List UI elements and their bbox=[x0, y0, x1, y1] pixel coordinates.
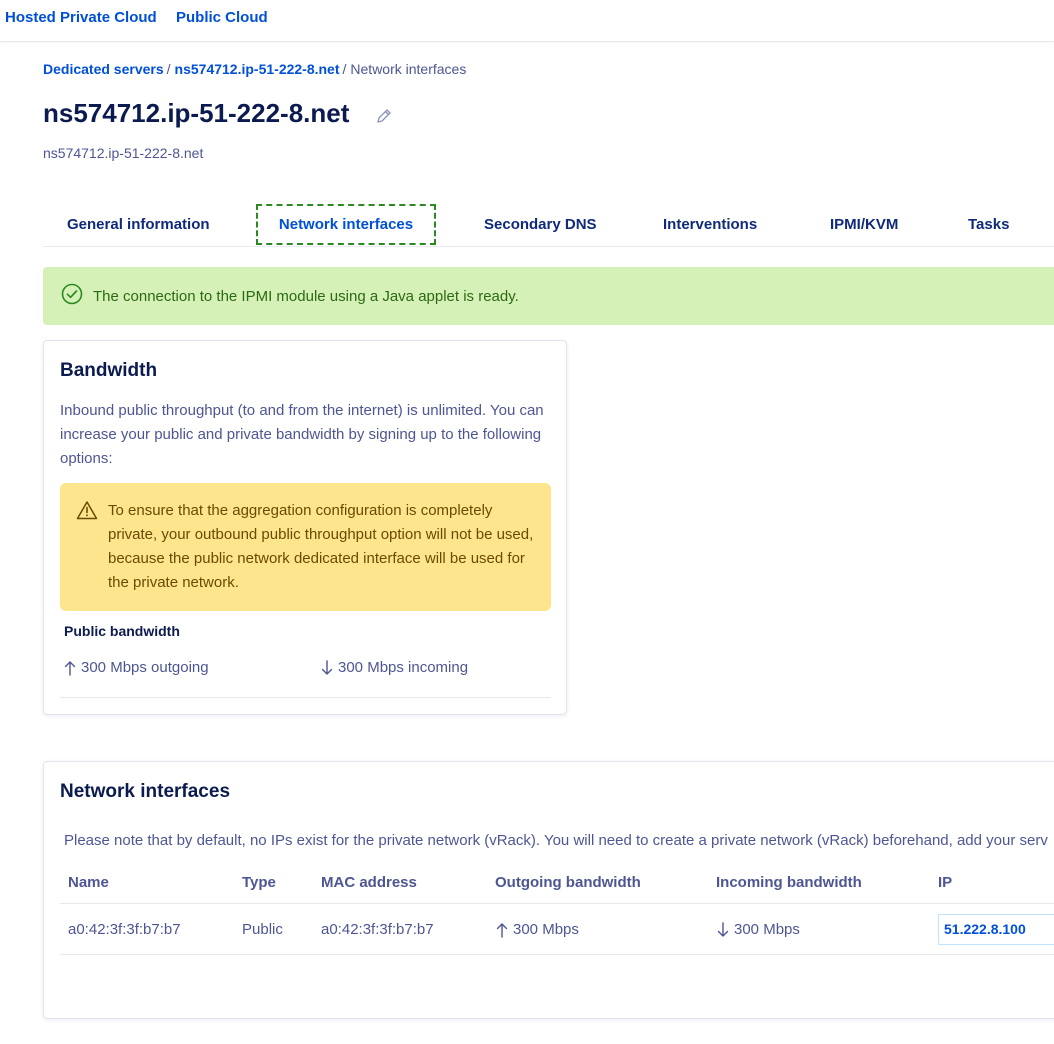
page-title: ns574712.ip-51-222-8.net bbox=[43, 98, 350, 128]
row-incoming: 300 Mbps bbox=[717, 921, 800, 938]
success-alert-text: The connection to the IPMI module using … bbox=[93, 287, 519, 305]
row-incoming-text: 300 Mbps bbox=[734, 921, 800, 938]
check-circle-icon bbox=[61, 283, 83, 310]
tab-interventions[interactable]: Interventions bbox=[639, 204, 781, 245]
arrow-down-icon bbox=[321, 659, 333, 675]
bandwidth-title: Bandwidth bbox=[60, 360, 158, 381]
column-mac-address: MAC address bbox=[321, 874, 417, 891]
success-alert: The connection to the IPMI module using … bbox=[43, 267, 1054, 325]
network-interfaces-card: Network interfaces Please note that by d… bbox=[43, 761, 1054, 1019]
column-type: Type bbox=[242, 874, 276, 891]
row-outgoing-text: 300 Mbps bbox=[513, 921, 579, 938]
network-interfaces-title: Network interfaces bbox=[60, 781, 231, 802]
bandwidth-card: Bandwidth Inbound public throughput (to … bbox=[43, 340, 567, 715]
column-outgoing-bandwidth: Outgoing bandwidth bbox=[495, 874, 641, 891]
tab-tasks[interactable]: Tasks bbox=[944, 204, 1033, 245]
breadcrumb-separator: / bbox=[166, 61, 171, 77]
breadcrumb-separator: / bbox=[342, 61, 347, 77]
row-type: Public bbox=[242, 921, 283, 938]
outgoing-bandwidth-text: 300 Mbps outgoing bbox=[81, 659, 209, 676]
network-note: Please note that by default, no IPs exis… bbox=[64, 832, 1048, 849]
outgoing-bandwidth: 300 Mbps outgoing bbox=[64, 659, 209, 676]
nav-hosted-private-cloud[interactable]: Hosted Private Cloud bbox=[5, 9, 157, 26]
top-navigation: Hosted Private Cloud Public Cloud bbox=[0, 0, 1054, 42]
page-subtitle: ns574712.ip-51-222-8.net bbox=[43, 145, 204, 161]
breadcrumb-current: Network interfaces bbox=[350, 61, 467, 77]
row-outgoing: 300 Mbps bbox=[496, 921, 579, 938]
tab-network-interfaces[interactable]: Network interfaces bbox=[256, 204, 436, 245]
public-bandwidth-title: Public bandwidth bbox=[64, 623, 180, 639]
ip-address-chip[interactable]: 51.222.8.100 bbox=[938, 914, 1054, 945]
tab-secondary-dns[interactable]: Secondary DNS bbox=[460, 204, 621, 245]
tab-general-information[interactable]: General information bbox=[43, 204, 234, 245]
warning-message: To ensure that the aggregation configura… bbox=[60, 483, 551, 611]
breadcrumb-server[interactable]: ns574712.ip-51-222-8.net bbox=[175, 61, 340, 77]
column-ip: IP bbox=[938, 874, 953, 891]
column-incoming-bandwidth: Incoming bandwidth bbox=[716, 874, 862, 891]
pencil-icon[interactable] bbox=[374, 106, 394, 126]
nav-public-cloud[interactable]: Public Cloud bbox=[176, 9, 268, 26]
arrow-up-icon bbox=[64, 660, 76, 676]
table-header: Name Type MAC address Outgoing bandwidth… bbox=[60, 862, 1054, 904]
network-interfaces-table: Name Type MAC address Outgoing bandwidth… bbox=[60, 862, 1054, 955]
arrow-up-icon bbox=[496, 922, 508, 938]
column-name: Name bbox=[68, 874, 109, 891]
breadcrumb-dedicated-servers[interactable]: Dedicated servers bbox=[43, 61, 164, 77]
row-mac: a0:42:3f:3f:b7:b7 bbox=[321, 921, 434, 938]
warning-text: To ensure that the aggregation configura… bbox=[108, 502, 534, 591]
warning-triangle-icon bbox=[76, 500, 98, 525]
incoming-bandwidth-text: 300 Mbps incoming bbox=[338, 659, 469, 676]
tab-ipmi-kvm[interactable]: IPMI/KVM bbox=[806, 204, 922, 245]
bandwidth-description: Inbound public throughput (to and from t… bbox=[60, 402, 544, 467]
breadcrumb: Dedicated servers / ns574712.ip-51-222-8.n… bbox=[43, 61, 466, 77]
tab-bar: General information Network interfaces S… bbox=[43, 201, 1054, 247]
public-bandwidth-row: 300 Mbps outgoing 300 Mbps incoming bbox=[60, 649, 551, 698]
row-name: a0:42:3f:3f:b7:b7 bbox=[68, 921, 181, 938]
arrow-down-icon bbox=[717, 921, 729, 937]
table-row: a0:42:3f:3f:b7:b7 Public a0:42:3f:3f:b7:… bbox=[60, 904, 1054, 955]
incoming-bandwidth: 300 Mbps incoming bbox=[321, 659, 468, 676]
